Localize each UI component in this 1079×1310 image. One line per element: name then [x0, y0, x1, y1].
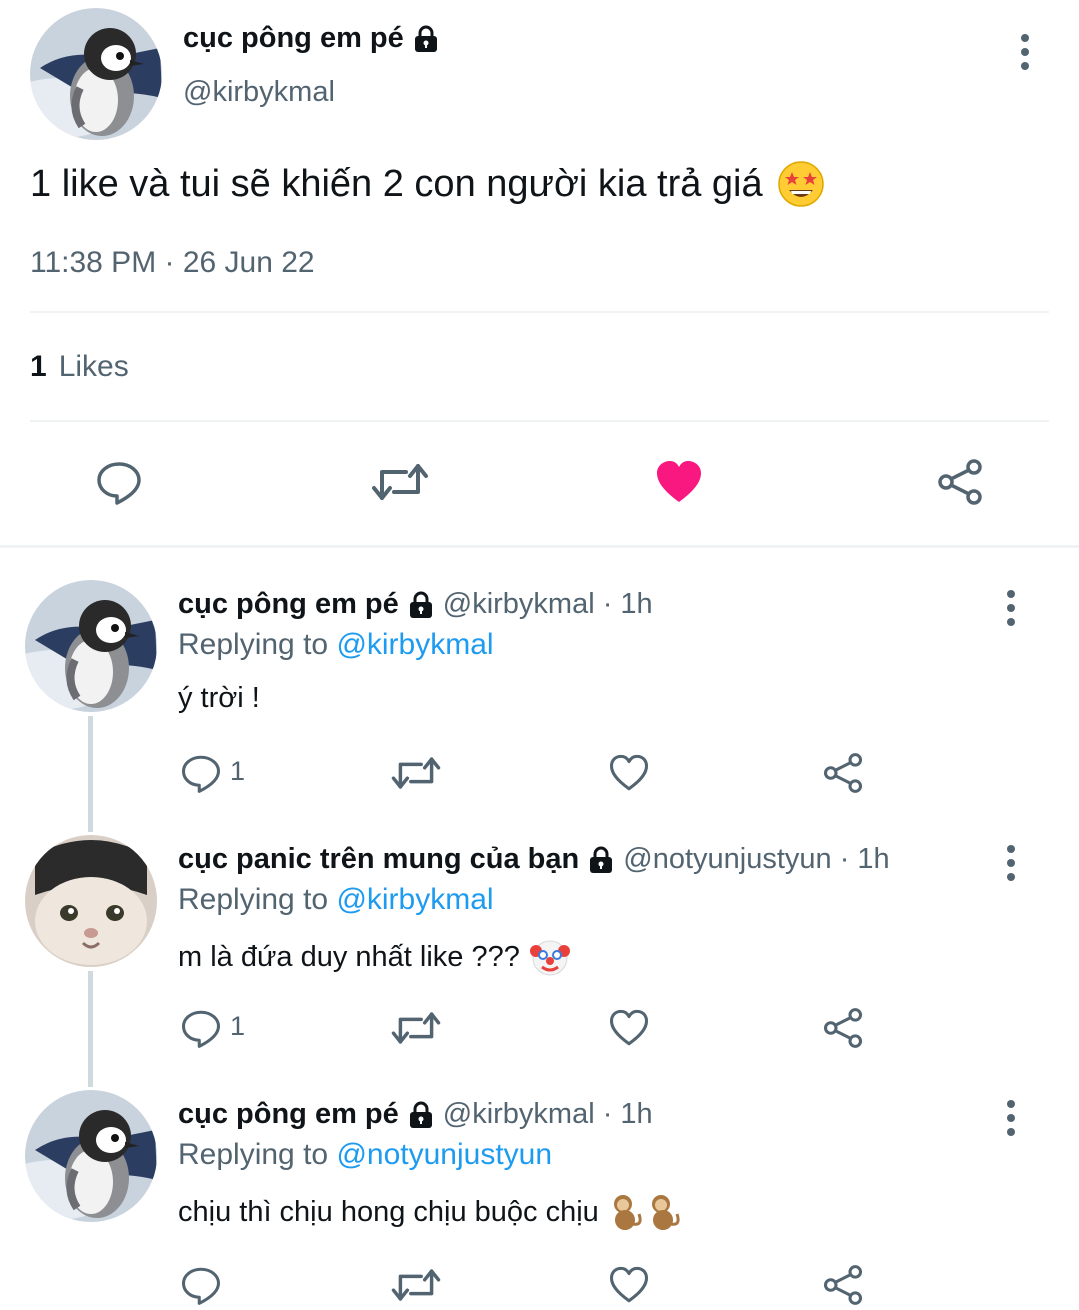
star-struck-emoji-icon: [777, 161, 824, 207]
replying-to: Replying to @kirbykmal: [178, 883, 494, 917]
reply-icon[interactable]: [180, 1264, 222, 1306]
reply-tweet[interactable]: cục pông em pé @kirbykmal · 1h Replying …: [0, 1090, 1079, 1310]
likes-count-row[interactable]: 1 Likes: [30, 350, 129, 384]
reply-count: 1: [230, 1011, 246, 1041]
author-handle[interactable]: @kirbykmal: [183, 76, 335, 109]
more-options-icon[interactable]: [1020, 34, 1030, 70]
tweet-actions: [0, 455, 1079, 515]
like-icon[interactable]: [608, 1007, 650, 1049]
share-icon[interactable]: [822, 1264, 864, 1306]
reply-handle-time[interactable]: @kirbykmal · 1h: [443, 588, 653, 621]
lock-icon: [407, 1101, 435, 1129]
likes-count: 1: [30, 350, 47, 383]
cat-avatar-image: [25, 835, 157, 967]
penguin-avatar-image: [25, 580, 157, 712]
reply-actions: 1: [0, 1005, 1079, 1049]
reply-text: m là đứa duy nhất like ???: [178, 937, 570, 977]
share-icon[interactable]: [936, 458, 984, 506]
reply-header: cục panic trên mung của bạn @notyunjusty…: [178, 843, 890, 876]
like-icon-filled[interactable]: [655, 458, 703, 506]
retweet-icon[interactable]: [390, 1264, 442, 1306]
replying-to-link[interactable]: @notyunjustyun: [336, 1138, 552, 1171]
replying-prefix: Replying to: [178, 628, 329, 661]
reply-author-name[interactable]: cục pông em pé: [178, 1098, 399, 1131]
reply-text-content: chịu thì chịu hong chịu buộc chịu: [178, 1195, 599, 1228]
retweet-icon[interactable]: [370, 458, 430, 506]
penguin-avatar-image: [30, 8, 162, 140]
reply-header: cục pông em pé @kirbykmal · 1h: [178, 1098, 653, 1131]
retweet-icon[interactable]: [390, 1007, 442, 1049]
like-icon[interactable]: [608, 1264, 650, 1306]
more-options-icon[interactable]: [1006, 845, 1016, 881]
lock-icon: [412, 25, 440, 53]
share-icon[interactable]: [822, 752, 864, 794]
reply-actions: 1: [0, 750, 1079, 794]
section-separator: [0, 545, 1079, 548]
reply-text: ý trời !: [178, 682, 260, 715]
likes-label: Likes: [58, 350, 129, 383]
more-options-icon[interactable]: [1006, 1100, 1016, 1136]
reply-text-content: m là đứa duy nhất like ???: [178, 940, 520, 973]
penguin-avatar-image: [25, 1090, 157, 1222]
reply-header: cục pông em pé @kirbykmal · 1h: [178, 588, 653, 621]
reply-icon[interactable]: [180, 752, 222, 794]
replying-prefix: Replying to: [178, 883, 329, 916]
avatar[interactable]: [25, 580, 157, 712]
author-name-label: cục pông em pé: [183, 22, 404, 54]
replying-to-link[interactable]: @kirbykmal: [336, 628, 493, 661]
replying-prefix: Replying to: [178, 1138, 329, 1171]
replying-to: Replying to @notyunjustyun: [178, 1138, 552, 1172]
reply-icon[interactable]: [95, 458, 143, 506]
avatar[interactable]: [25, 835, 157, 967]
more-options-icon[interactable]: [1006, 590, 1016, 626]
avatar[interactable]: [30, 8, 162, 140]
reply-handle-time[interactable]: @notyunjustyun · 1h: [623, 843, 889, 876]
tweet-text-content: 1 like và tui sẽ khiến 2 con người kia t…: [30, 162, 763, 205]
lock-icon: [407, 591, 435, 619]
clown-face-emoji-icon: [529, 940, 570, 976]
main-tweet: cục pông em pé @kirbykmal 1 like và tui …: [0, 0, 1079, 545]
share-icon[interactable]: [822, 1007, 864, 1049]
replying-to-link[interactable]: @kirbykmal: [336, 883, 493, 916]
reply-actions: [0, 1262, 1079, 1306]
reply-tweet[interactable]: cục pông em pé @kirbykmal · 1h Replying …: [0, 580, 1079, 835]
retweet-icon[interactable]: [390, 752, 442, 794]
tweet-text: 1 like và tui sẽ khiến 2 con người kia t…: [30, 160, 825, 208]
divider: [30, 311, 1049, 313]
author-name[interactable]: cục pông em pé: [183, 22, 440, 55]
avatar[interactable]: [25, 1090, 157, 1222]
reply-author-name[interactable]: cục pông em pé: [178, 588, 399, 621]
reply-handle-time[interactable]: @kirbykmal · 1h: [443, 1098, 653, 1131]
replying-to: Replying to @kirbykmal: [178, 628, 494, 662]
tweet-timestamp[interactable]: 11:38 PM · 26 Jun 22: [30, 246, 315, 280]
monkey-emoji-icon: [613, 1195, 680, 1230]
divider: [30, 420, 1049, 422]
like-icon[interactable]: [608, 752, 650, 794]
reply-author-name[interactable]: cục panic trên mung của bạn: [178, 843, 579, 876]
lock-icon: [587, 846, 615, 874]
reply-text: chịu thì chịu hong chịu buộc chịu: [178, 1192, 689, 1232]
reply-count: 1: [230, 756, 246, 786]
reply-text-content: ý trời !: [178, 682, 260, 714]
reply-icon[interactable]: [180, 1007, 222, 1049]
reply-tweet[interactable]: cục panic trên mung của bạn @notyunjusty…: [0, 835, 1079, 1090]
